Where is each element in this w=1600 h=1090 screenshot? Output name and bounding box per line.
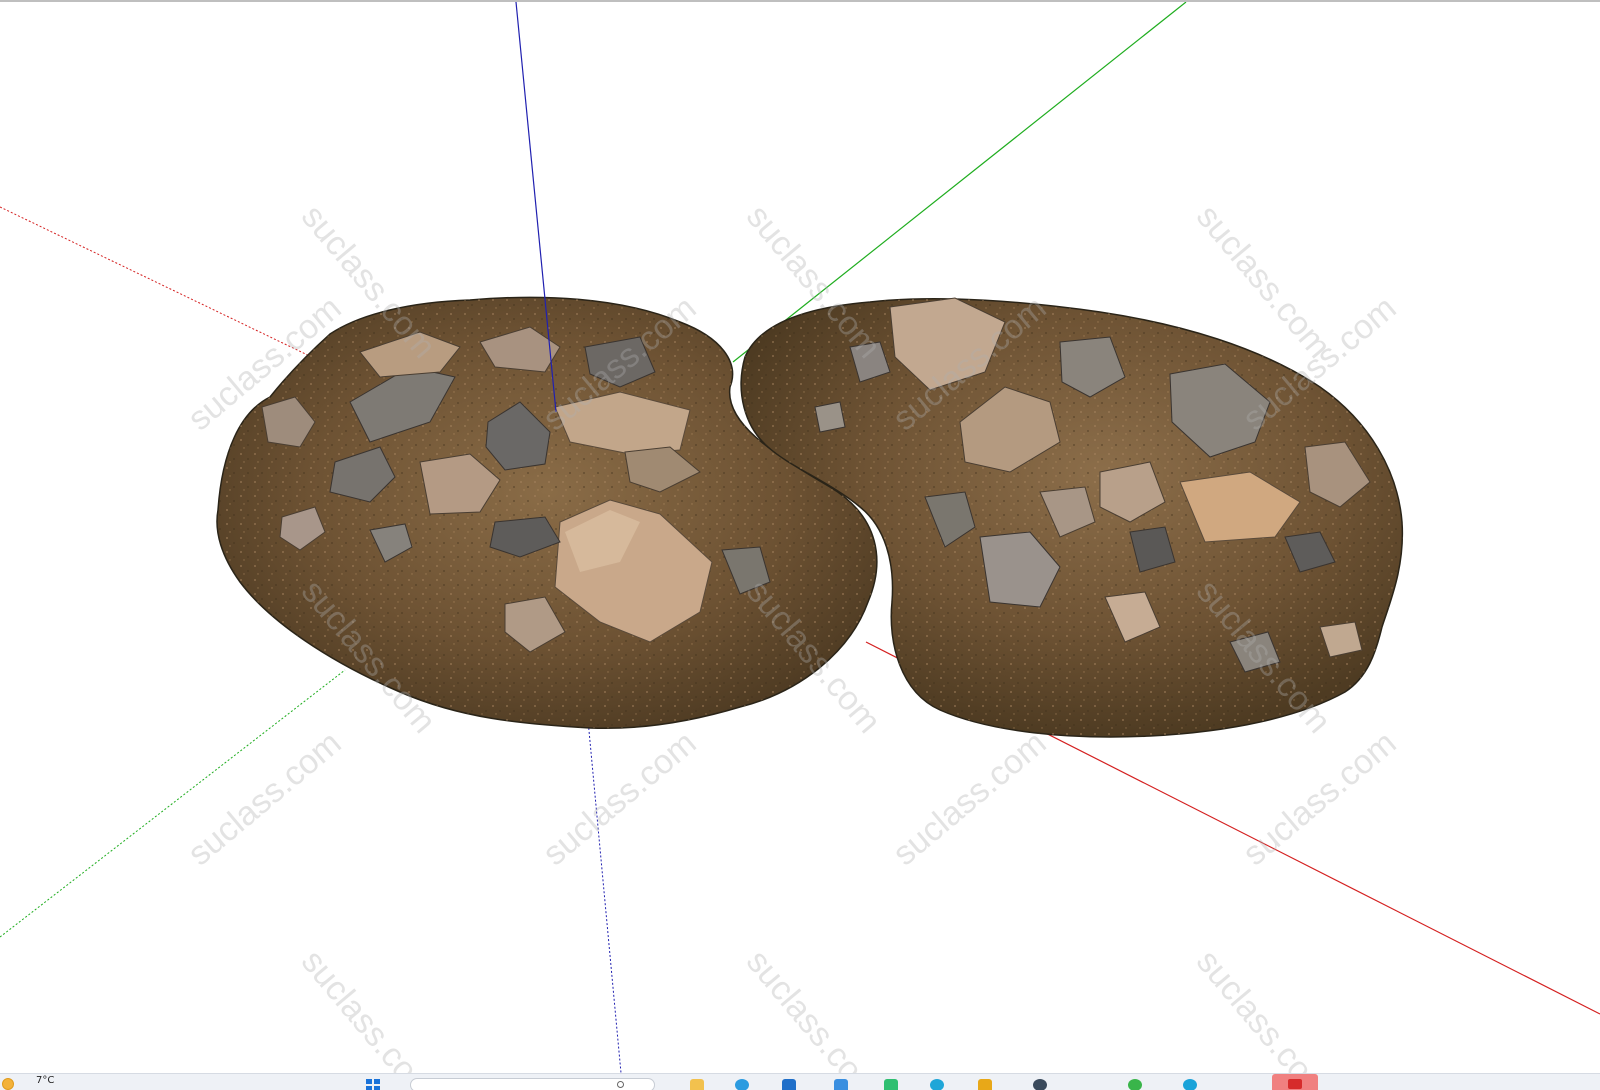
taskbar-search-input[interactable] bbox=[410, 1078, 655, 1090]
edge-icon[interactable] bbox=[930, 1079, 944, 1090]
blue-axis-dotted bbox=[587, 719, 622, 1073]
file-explorer-icon[interactable] bbox=[690, 1079, 704, 1090]
mail-icon[interactable] bbox=[834, 1079, 848, 1090]
green-axis-dotted bbox=[0, 669, 346, 938]
search-icon bbox=[617, 1081, 624, 1088]
app-icon[interactable] bbox=[1183, 1079, 1197, 1090]
chat-icon[interactable] bbox=[884, 1079, 898, 1090]
sketchup-window: suclass.com suclass.com suclass.com sucl… bbox=[0, 0, 1600, 1090]
windows-taskbar: 7°C bbox=[0, 1073, 1600, 1090]
app-icon[interactable] bbox=[1128, 1079, 1142, 1090]
watermark-text: suclass.com bbox=[886, 724, 1054, 873]
watermark-text: suclass.com bbox=[1236, 724, 1404, 873]
folder-icon[interactable] bbox=[978, 1079, 992, 1090]
settings-icon[interactable] bbox=[1033, 1079, 1047, 1090]
model-canvas[interactable]: suclass.com suclass.com suclass.com sucl… bbox=[0, 2, 1600, 1073]
store-icon[interactable] bbox=[782, 1079, 796, 1090]
watermark-text: suclass.com bbox=[536, 724, 704, 873]
start-button[interactable] bbox=[366, 1079, 380, 1090]
weather-icon[interactable] bbox=[2, 1078, 14, 1090]
3d-viewport[interactable]: suclass.com suclass.com suclass.com sucl… bbox=[0, 2, 1600, 1073]
sketchup-icon bbox=[1288, 1079, 1302, 1089]
watermark-text: suclass.com bbox=[181, 724, 349, 873]
watermark-text: suclass.com bbox=[294, 943, 443, 1073]
watermark-text: suclass.com bbox=[1189, 943, 1338, 1073]
browser-icon[interactable] bbox=[735, 1079, 749, 1090]
watermark-text: suclass.com bbox=[739, 943, 888, 1073]
sketchup-taskbar-button[interactable] bbox=[1272, 1074, 1318, 1090]
temperature-readout[interactable]: 7°C bbox=[36, 1075, 54, 1089]
